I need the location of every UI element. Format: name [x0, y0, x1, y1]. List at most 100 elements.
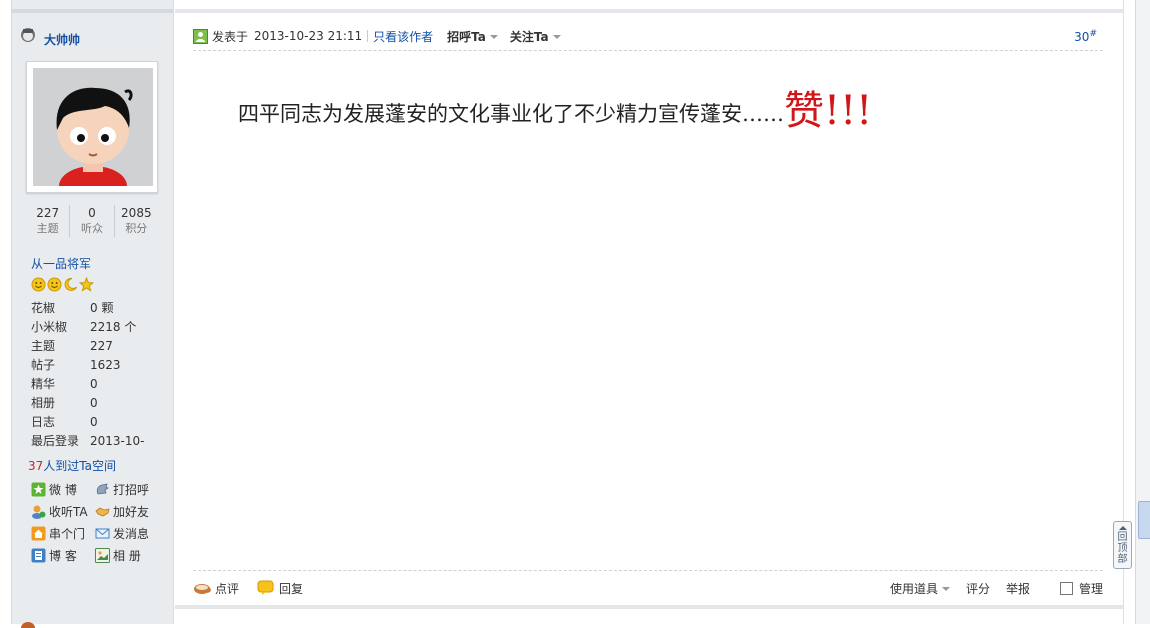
action-label: 打招呼 [113, 482, 150, 497]
online-user-icon [18, 27, 40, 45]
header-dashed-divider [193, 50, 1103, 51]
add-friend-link[interactable]: 加好友 [95, 502, 159, 520]
info-label: 主题 [31, 339, 56, 353]
photo-album-icon [95, 547, 110, 563]
floor-number-link[interactable]: 30# [1074, 29, 1097, 44]
manage-checkbox[interactable] [1059, 581, 1073, 595]
stat-label: 主题 [36, 222, 59, 235]
info-label: 相册 [31, 396, 56, 410]
info-value: 2218 个 [90, 320, 137, 334]
sidebar-divider [11, 9, 174, 13]
manage-label: 管理 [1078, 581, 1103, 596]
send-message-link[interactable]: 发消息 [95, 524, 159, 542]
post-text: 四平同志为发展蓬安的文化事业化了不少精力宣传蓬安…… [238, 102, 784, 126]
post-timestamp: 2013-10-23 21:11 [254, 29, 363, 43]
next-post-user-icon [21, 622, 35, 628]
author-name-row: 大帅帅 [18, 26, 80, 48]
info-label: 花椒 [31, 301, 56, 315]
avatar-frame[interactable] [26, 61, 158, 193]
stat-value: 2085 [121, 206, 152, 220]
space-visitors-link[interactable]: 37人到过Ta空间 [28, 457, 116, 474]
report-link[interactable]: 举报 [1006, 580, 1030, 597]
action-label: 发消息 [113, 526, 150, 541]
avatar[interactable] [33, 68, 153, 186]
footer-dashed-divider [193, 570, 1103, 571]
post-top-divider [175, 9, 1123, 13]
page-margin [0, 0, 11, 624]
reply-button[interactable]: 回复 [257, 580, 303, 597]
blog-link[interactable]: 博 客 [31, 546, 95, 564]
greet-dropdown[interactable]: 招呼Ta [447, 28, 498, 45]
action-label: 加好友 [113, 504, 150, 519]
chevron-down-icon [552, 35, 561, 39]
smiley-badge-icon [31, 277, 46, 292]
blog-icon [31, 548, 46, 562]
post-header: 发表于 2013-10-23 21:11 只看该作者 招呼Ta 关注Ta 30# [193, 24, 1103, 48]
info-row: 帖子 1623 [31, 356, 166, 375]
action-label: 串个门 [49, 526, 86, 541]
scrollbar-thumb[interactable] [1138, 501, 1150, 539]
weibo-icon [31, 482, 46, 496]
action-label: 微 博 [49, 482, 77, 497]
moon-badge-icon [64, 277, 77, 291]
info-value: 0 颗 [90, 301, 114, 315]
floor-number: 30 [1074, 29, 1090, 44]
post-content: 四平同志为发展蓬安的文化事业化了不少精力宣传蓬安……赞!!! [238, 78, 872, 136]
use-tools-dropdown[interactable]: 使用道具 [890, 580, 950, 597]
listen-user-icon [32, 505, 46, 519]
info-label: 小米椒 [31, 320, 68, 334]
user-rank[interactable]: 从一品将军 [31, 255, 91, 272]
stat-value: 0 [88, 206, 96, 220]
info-label: 精华 [31, 377, 56, 391]
weibo-link[interactable]: 微 博 [31, 480, 95, 498]
info-row: 主题 227 [31, 337, 166, 356]
info-row: 最后登录 2013-10- [31, 432, 166, 451]
info-value: 1623 [90, 358, 121, 372]
tools-label: 使用道具 [889, 581, 938, 596]
teacup-icon [194, 584, 211, 594]
wave-hand-icon [96, 482, 109, 494]
author-actions: 微 博 打招呼 收听TA 加好友 串个门 发消息 博 客 相 册 [31, 480, 171, 564]
back-to-top-label: 回顶部 [1117, 532, 1128, 565]
stat-listeners[interactable]: 0 听众 [69, 205, 113, 237]
posted-label: 发表于 [212, 29, 249, 44]
info-value: 2013-10- [90, 434, 145, 448]
visitors-text: 人到过Ta空间 [43, 459, 116, 473]
info-row: 精华 0 [31, 375, 166, 394]
only-author-link[interactable]: 只看该作者 [373, 28, 433, 45]
follow-dropdown[interactable]: 关注Ta [510, 28, 561, 45]
info-label: 日志 [31, 415, 56, 429]
stat-topics[interactable]: 227 主题 [26, 205, 69, 237]
album-link[interactable]: 相 册 [95, 546, 159, 564]
info-value: 0 [90, 415, 98, 429]
post-bottom-divider [175, 605, 1123, 609]
follow-label: 关注Ta [509, 29, 549, 44]
info-row: 小米椒 2218 个 [31, 318, 166, 337]
level-badges [31, 277, 94, 292]
stat-label: 积分 [125, 222, 148, 235]
back-to-top-button[interactable]: 回顶部 [1113, 521, 1132, 569]
comment-label: 点评 [215, 581, 240, 596]
info-value: 227 [90, 339, 113, 353]
chevron-down-icon [489, 35, 498, 39]
smiley-badge-icon [47, 277, 62, 292]
visit-space-link[interactable]: 串个门 [31, 524, 95, 542]
rate-link[interactable]: 评分 [966, 580, 990, 597]
author-name-link[interactable]: 大帅帅 [44, 31, 80, 48]
follow-link[interactable]: 收听TA [31, 502, 95, 520]
info-value: 0 [90, 377, 98, 391]
visitors-count: 37 [28, 459, 44, 473]
comment-button[interactable]: 点评 [193, 580, 239, 597]
mail-icon [95, 528, 110, 538]
info-row: 日志 0 [31, 413, 166, 432]
info-row: 相册 0 [31, 394, 166, 413]
floor-mark: # [1089, 28, 1097, 39]
reply-label: 回复 [279, 581, 304, 596]
info-label: 帖子 [31, 358, 56, 372]
greet-link[interactable]: 打招呼 [95, 480, 159, 498]
info-label: 最后登录 [31, 434, 80, 448]
post-emphasis: 赞!!! [784, 88, 873, 134]
stat-points[interactable]: 2085 积分 [113, 205, 158, 237]
info-value: 0 [90, 396, 98, 410]
greet-label: 招呼Ta [447, 29, 486, 44]
